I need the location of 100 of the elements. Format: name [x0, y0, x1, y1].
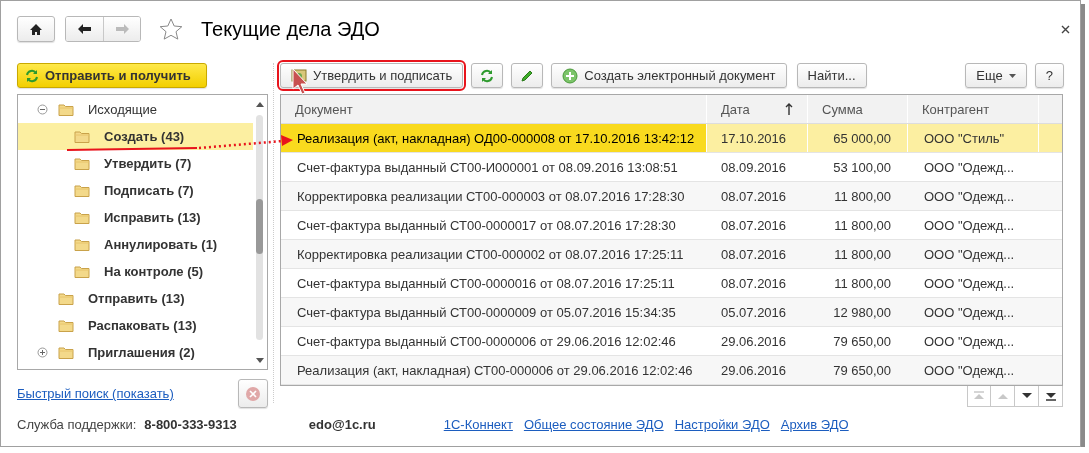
support-email: edo@1c.ru: [308, 417, 376, 432]
scroll-nav-button[interactable]: [1015, 386, 1039, 407]
back-button[interactable]: [66, 17, 103, 41]
table-cell-text: 29.06.2016: [720, 361, 788, 380]
refresh-icon: [480, 68, 495, 83]
table-cell: Реализация (акт, накладная) ОД00-000008 от 17.10.2016 13:42:12: [281, 124, 707, 152]
table-cell-text: 79 650,00: [832, 361, 892, 380]
back-icon: [77, 23, 92, 35]
forward-icon: [114, 23, 130, 35]
approve-sign-button[interactable]: Утвердить и подписать: [280, 63, 464, 88]
table-cell-text: Корректировка реализации СТ00-000003 от 08.07.2016 17:28:30: [296, 187, 686, 206]
column-header[interactable]: Документ: [281, 95, 707, 123]
table-row[interactable]: Корректировка реализации СТ00-000003 от 08.07.2016 17:28:30 08.07.2016 11 800,00 ООО "Одежд...: [281, 182, 1062, 211]
first-icon: [972, 390, 986, 402]
tree-item[interactable]: Распаковать (13): [18, 312, 253, 339]
folder-icon: [74, 184, 90, 197]
cursor-icon: [291, 67, 309, 97]
table-cell-text: 79 650,00: [832, 332, 892, 351]
support-label: Служба поддержки:: [17, 417, 137, 432]
table-cell-text: 53 100,00: [832, 158, 892, 177]
footer-link[interactable]: Общее состояние ЭДО: [523, 417, 664, 432]
scroll-nav-button[interactable]: [1039, 386, 1063, 407]
table-cell-text: Счет-фактура выданный СТ00-0000017 от 08.07.2016 17:28:30: [296, 216, 677, 235]
table-row[interactable]: Корректировка реализации СТ00-000002 от 08.07.2016 17:25:11 08.07.2016 11 800,00 ООО "Одежд...: [281, 240, 1062, 269]
table-cell-text: ООО "Одежд...: [923, 187, 1016, 206]
table-cell-text: 11 800,00: [833, 187, 892, 206]
column-header[interactable]: Дата: [707, 95, 808, 123]
star-icon[interactable]: [159, 17, 183, 41]
home-button[interactable]: [17, 16, 55, 42]
more-button[interactable]: Еще: [965, 63, 1027, 88]
scroll-up-icon: [256, 102, 264, 107]
pencil-icon: [520, 68, 535, 83]
folder-icon: [58, 292, 74, 305]
column-header[interactable]: Контрагент: [908, 95, 1039, 123]
table-cell-text: 08.09.2016: [720, 158, 788, 177]
scrollbar-thumb[interactable]: [256, 199, 263, 254]
window-title: Текущие дела ЭДО: [201, 17, 380, 41]
toolbar-button[interactable]: ?: [1034, 63, 1064, 88]
table-cell-text: Счет-фактура выданный СТ00-0000016 от 08.07.2016 17:25:11: [296, 274, 676, 293]
table-cell: ООО "Стиль": [908, 124, 1039, 152]
expand-icon[interactable]: [37, 347, 48, 358]
tree-item[interactable]: На контроле (5): [18, 258, 253, 285]
table-cell-text: 29.06.2016: [720, 332, 788, 351]
footer-link[interactable]: 1С-Коннект: [443, 417, 513, 432]
table-row[interactable]: Реализация (акт, накладная) ОД00-000008 от 17.10.2016 13:42:12 17.10.2016 65 000,00 ООО "Стиль": [281, 124, 1062, 153]
column-header[interactable]: Сумма: [808, 95, 908, 123]
home-icon: [29, 22, 43, 36]
folder-icon: [74, 265, 90, 278]
send-receive-button[interactable]: Отправить и получить: [17, 63, 207, 88]
table-cell-text: 12 980,00: [832, 303, 892, 322]
table-cell: 17.10.2016: [707, 124, 808, 152]
table-cell-text: Счет-фактура выданный СТ00-0000006 от 29.06.2016 12:02:46: [296, 332, 677, 351]
table-cell-text: ООО "Одежд...: [923, 361, 1016, 380]
table-cell-text: ООО "Одежд...: [923, 158, 1016, 177]
create-document-button[interactable]: Создать электронный документ: [551, 63, 787, 88]
tree-item[interactable]: Создать (43): [18, 123, 253, 150]
clear-icon: [245, 385, 261, 402]
table-cell-text: ООО "Одежд...: [923, 274, 1016, 293]
tree-item[interactable]: Подписать (7): [18, 177, 253, 204]
toolbar-button[interactable]: Найти...: [796, 63, 867, 88]
refresh-icon: [25, 68, 39, 83]
support-phone: 8-800-333-9313: [144, 417, 237, 432]
scroll-down-icon: [256, 358, 264, 363]
table-cell-text: 11 800,00: [833, 274, 892, 293]
quick-search-link[interactable]: Быстрый поиск (показать): [17, 386, 174, 401]
tree-item[interactable]: Приглашения (2): [18, 339, 253, 366]
folder-icon: [58, 319, 74, 332]
table-cell-text: 08.07.2016: [720, 245, 788, 264]
table-cell-text: Реализация (акт, накладная) СТ00-000006 от 29.06.2016 12:02:46: [296, 361, 694, 380]
tree-item[interactable]: Исходящие: [18, 96, 253, 123]
table-cell-text: 11 800,00: [833, 245, 892, 264]
tree-item[interactable]: Отправить (13): [18, 285, 253, 312]
folder-icon: [74, 130, 90, 143]
tree-item[interactable]: Аннулировать (1): [18, 231, 253, 258]
tree-item[interactable]: Утвердить (7): [18, 150, 253, 177]
table-row[interactable]: Реализация (акт, накладная) СТ00-000006 от 29.06.2016 12:02:46 29.06.2016 79 650,00 ООО "Одежд...: [281, 356, 1062, 385]
table-cell-text: Корректировка реализации СТ00-000002 от 08.07.2016 17:25:11: [296, 245, 685, 264]
table-cell-text: 08.07.2016: [720, 187, 788, 206]
table-cell-text: Счет-фактура выданный СТ00-0000009 от 05.07.2016 15:34:35: [296, 303, 677, 322]
close-icon: [1060, 24, 1070, 34]
edit-button[interactable]: [511, 63, 544, 88]
table-row[interactable]: Счет-фактура выданный СТ00-0000009 от 05.07.2016 15:34:35 05.07.2016 12 980,00 ООО "Одежд...: [281, 298, 1062, 327]
last-icon: [1043, 390, 1058, 402]
folder-icon: [74, 238, 90, 251]
refresh-button[interactable]: [471, 63, 504, 88]
footer-link[interactable]: Архив ЭДО: [780, 417, 849, 432]
folder-icon: [74, 157, 90, 170]
table-cell: 65 000,00: [808, 124, 908, 152]
table-cell-text: 08.07.2016: [720, 274, 788, 293]
table-cell-text: Счет-фактура выданный СТ00-И000001 от 08.09.2016 13:08:51: [296, 158, 679, 177]
collapse-icon[interactable]: [37, 104, 48, 115]
folder-icon: [58, 346, 74, 359]
table-cell-text: ООО "Одежд...: [923, 216, 1016, 235]
folder-icon: [58, 103, 74, 116]
table-cell-text: ООО "Одежд...: [923, 332, 1016, 351]
table-cell-text: ООО "Одежд...: [923, 303, 1016, 322]
footer-link[interactable]: Настройки ЭДО: [674, 417, 770, 432]
table-cell-text: 05.07.2016: [720, 303, 788, 322]
tree-item[interactable]: Исправить (13): [18, 204, 253, 231]
table-cell-text: 08.07.2016: [720, 216, 788, 235]
